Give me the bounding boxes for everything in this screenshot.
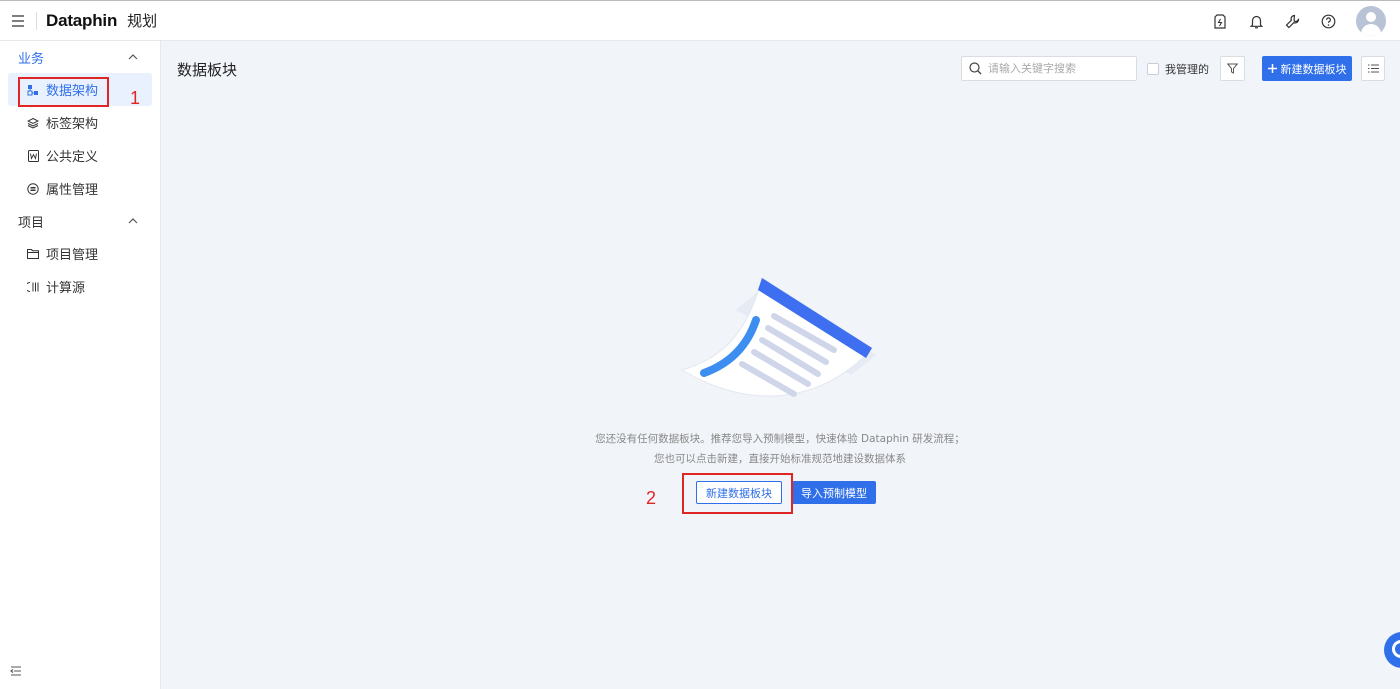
filter-button[interactable] xyxy=(1220,56,1245,81)
menu-icon xyxy=(12,14,24,27)
notification-button[interactable] xyxy=(1238,1,1274,41)
sidebar-item-attribute-management[interactable]: 属性管理 xyxy=(8,172,152,205)
attribute-icon xyxy=(27,182,39,195)
dataphin-logo[interactable]: Dataphin xyxy=(46,11,117,31)
group-label: 项目 xyxy=(18,215,45,231)
header-divider xyxy=(36,11,37,30)
sidebar-item-public-definition[interactable]: 公共定义 xyxy=(8,139,152,172)
new-data-block-button[interactable]: 新建数据板块 xyxy=(1262,56,1352,81)
search-input[interactable] xyxy=(988,62,1128,75)
assistant-icon xyxy=(1392,640,1400,658)
group-label: 业务 xyxy=(18,51,45,67)
layers-icon xyxy=(27,117,39,129)
sidebar-item-tag-architecture[interactable]: 标签架构 xyxy=(8,106,152,139)
sidebar-group-project[interactable]: 项目 xyxy=(0,205,160,237)
mine-checkbox[interactable] xyxy=(1147,63,1159,75)
sidebar-item-label: 计算源 xyxy=(46,281,86,296)
sidebar: 业务 数据架构 标签架构 公共定义 属性管理 项目 项目管理 计算源 xyxy=(0,41,161,689)
sidebar-collapse-button[interactable] xyxy=(10,665,24,679)
sidebar-item-label: 公共定义 xyxy=(46,150,99,165)
folder-icon xyxy=(27,248,39,260)
search-icon xyxy=(969,62,982,75)
task-button[interactable] xyxy=(1202,1,1238,41)
plus-icon xyxy=(1267,64,1277,73)
avatar[interactable] xyxy=(1356,6,1386,36)
chevron-up-icon xyxy=(128,218,138,224)
import-preset-model-button[interactable]: 导入预制模型 xyxy=(792,481,876,504)
help-button[interactable] xyxy=(1310,1,1346,41)
word-doc-icon xyxy=(27,149,39,162)
list-icon xyxy=(1367,64,1379,73)
mine-filter-label: 我管理的 xyxy=(1165,63,1209,76)
page-title: 数据板块 xyxy=(177,61,238,79)
sidebar-item-label: 属性管理 xyxy=(46,183,99,198)
module-title: 规划 xyxy=(127,12,158,30)
sidebar-item-project-management[interactable]: 项目管理 xyxy=(8,237,152,270)
annotation-box-1 xyxy=(18,77,109,107)
sidebar-item-label: 标签架构 xyxy=(46,117,99,132)
floating-assistant-button[interactable] xyxy=(1384,632,1400,668)
filter-icon xyxy=(1227,63,1238,74)
top-header: Dataphin 规划 xyxy=(0,0,1400,41)
sidebar-group-business[interactable]: 业务 xyxy=(0,41,160,73)
sidebar-item-label: 项目管理 xyxy=(46,248,99,263)
mine-filter[interactable]: 我管理的 xyxy=(1147,61,1209,77)
tag-icon xyxy=(1214,13,1226,29)
compute-source-icon xyxy=(27,281,39,293)
help-icon xyxy=(1321,14,1335,28)
annotation-number-2: 2 xyxy=(646,488,657,508)
list-view-button[interactable] xyxy=(1361,56,1385,81)
annotation-box-2 xyxy=(682,473,793,514)
chevron-up-icon xyxy=(128,54,138,60)
empty-state-line-1: 您还没有任何数据板块。推荐您导入预制模型，快速体验 Dataphin 研发流程； xyxy=(595,433,965,445)
collapse-menu-icon xyxy=(10,666,21,676)
empty-document-illustration xyxy=(680,277,876,397)
annotation-number-1: 1 xyxy=(130,88,141,108)
sidebar-item-compute-source[interactable]: 计算源 xyxy=(8,270,152,303)
tools-button[interactable] xyxy=(1274,1,1310,41)
new-data-block-label: 新建数据板块 xyxy=(1280,62,1347,76)
search-box[interactable] xyxy=(961,56,1137,81)
tool-icon xyxy=(1285,14,1299,28)
bell-icon xyxy=(1249,15,1263,28)
empty-state-line-2: 您也可以点击新建，直接开始标准规范地建设数据体系 xyxy=(654,453,906,465)
menu-button[interactable] xyxy=(0,1,36,41)
